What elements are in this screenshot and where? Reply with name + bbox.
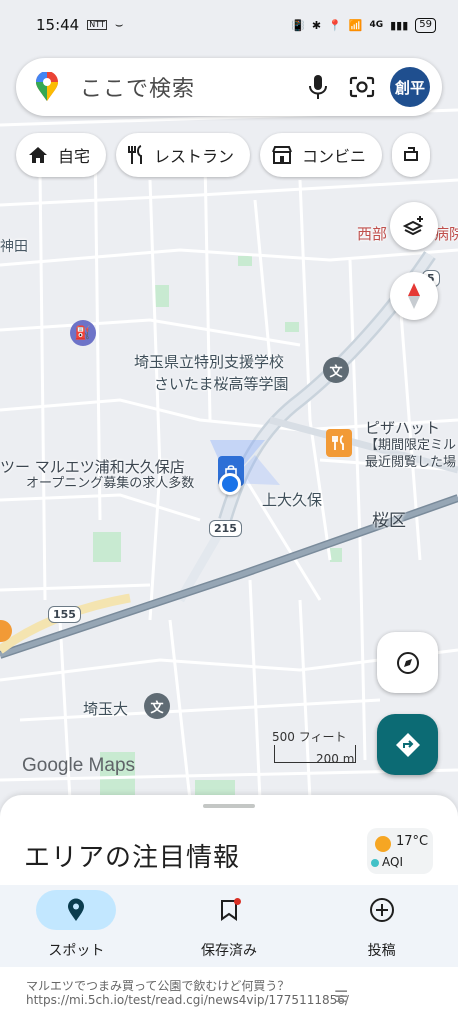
directions-button[interactable] xyxy=(377,714,438,775)
directions-icon xyxy=(395,732,420,757)
location-pin-icon xyxy=(68,898,85,921)
weather-temp: 17°C xyxy=(396,834,429,849)
hotel-icon xyxy=(404,147,419,161)
nav-explore-label: スポット xyxy=(48,943,105,959)
chip-convenience-label: コンビニ xyxy=(302,147,367,166)
fork-knife-icon xyxy=(128,145,143,164)
nav-saved[interactable]: 保存済み xyxy=(153,885,306,967)
menu-icon[interactable]: ☰ xyxy=(334,987,348,1006)
nav-explore[interactable]: スポット xyxy=(0,885,153,967)
compass-button[interactable] xyxy=(390,272,438,320)
layers-icon xyxy=(402,216,424,236)
route-shield-215: 215 xyxy=(209,520,242,537)
map-label-sakura-ku: 桜区 xyxy=(372,511,406,531)
school-icon[interactable]: 文 xyxy=(323,357,349,383)
map-label-pizza-sub2: 最近閲覧した場 xyxy=(365,455,457,470)
wifi-icon: 📶 xyxy=(348,18,363,32)
nav-contribute-label: 投稿 xyxy=(367,943,396,959)
microphone-icon[interactable] xyxy=(296,65,340,109)
scale-meters: 200 m xyxy=(316,752,355,766)
vibrate-icon: 📳 xyxy=(291,18,305,32)
nav-contribute[interactable]: 投稿 xyxy=(305,885,458,967)
search-bar[interactable]: ここで検索 創平 xyxy=(16,58,442,116)
map-label-kanda: 神田 xyxy=(0,239,28,255)
scale-feet: 500 フィート xyxy=(272,730,347,744)
chip-restaurant[interactable]: レストラン xyxy=(116,133,251,177)
chip-more[interactable] xyxy=(392,133,431,177)
lens-camera-icon[interactable] xyxy=(340,65,384,109)
notification-text: マルエツでつまみ買って公園で飲むけど何買う？ xyxy=(26,979,290,993)
sheet-title: エリアの注目情報 xyxy=(24,843,241,873)
battery-icon: 59 xyxy=(415,17,436,33)
notification-banner[interactable]: マルエツでつまみ買って公園で飲むけど何買う？ https://mi.5ch.io… xyxy=(0,967,458,1024)
bottom-navigation: スポット 保存済み 投稿 xyxy=(0,885,458,967)
google-maps-logo: Google Maps xyxy=(22,755,136,776)
search-input[interactable]: ここで検索 xyxy=(80,71,296,103)
avatar[interactable]: 創平 xyxy=(390,67,430,107)
map-label-maruetsu[interactable]: ツー マルエツ浦和大久保店 xyxy=(0,456,185,477)
notification-dot xyxy=(234,898,241,905)
clock: 15:44 xyxy=(36,16,80,34)
aqi-dot xyxy=(371,859,379,867)
road-network xyxy=(0,108,458,810)
category-chips: 自宅 レストラン コンビニ xyxy=(16,133,431,177)
carrier-icon: NTT xyxy=(87,20,107,30)
compass-icon xyxy=(408,283,420,309)
nav-saved-label: 保存済み xyxy=(201,943,257,959)
chip-home[interactable]: 自宅 xyxy=(16,133,107,177)
navigation-arrow-icon xyxy=(396,651,419,674)
my-location-dot xyxy=(219,473,241,495)
store-icon xyxy=(272,146,292,164)
map-canvas[interactable]: 神田 西部 病院 5 ⛽ 埼玉県立特別支援学校 さいたま桜高等学園 文 ピザハッ… xyxy=(0,0,458,830)
bluetooth-icon: ✱ xyxy=(311,18,322,32)
location-icon: 📍 xyxy=(328,18,342,32)
map-label-kamiokubo: 上大久保 xyxy=(262,491,323,509)
sheet-drag-handle[interactable] xyxy=(203,804,255,808)
map-label-seibu: 西部 xyxy=(357,225,388,243)
add-circle-icon xyxy=(369,898,394,922)
weather-aqi: AQI xyxy=(382,855,403,869)
weather-widget[interactable]: 17°C AQI xyxy=(367,828,433,874)
my-location-button[interactable] xyxy=(377,632,438,693)
route-shield-155: 155 xyxy=(48,606,81,623)
gas-station-icon[interactable]: ⛽ xyxy=(70,320,96,346)
chip-home-label: 自宅 xyxy=(58,147,91,166)
map-label-saitama-univ[interactable]: 埼玉大 xyxy=(83,698,128,719)
nav-saved-pill xyxy=(189,890,269,930)
map-label-school-line2[interactable]: さいたま桜高等学園 xyxy=(154,373,289,394)
map-label-maruetsu-sub: オープニング募集の求人多数 xyxy=(26,476,195,491)
network-type: 4G xyxy=(369,20,384,30)
explore-sheet[interactable]: エリアの注目情報 17°C AQI xyxy=(0,795,458,890)
map-label-school-line1[interactable]: 埼玉県立特別支援学校 xyxy=(134,351,284,372)
map-label-pizza[interactable]: ピザハット xyxy=(365,417,440,438)
status-bar: 15:44 NTT ⌣ 📳 ✱ 📍 📶 4G ▮▮▮ 59 xyxy=(0,0,458,50)
restaurant-icon[interactable] xyxy=(326,429,352,457)
map-label-pizza-sub1: 【期間限定ミル xyxy=(365,438,457,453)
signal-icon: ▮▮▮ xyxy=(390,18,409,32)
notification-url[interactable]: https://mi.5ch.io/test/read.cgi/news4vip… xyxy=(26,993,349,1007)
nav-explore-pill xyxy=(36,890,117,930)
layers-button[interactable] xyxy=(390,202,438,250)
home-icon xyxy=(29,147,47,163)
google-maps-pin-icon xyxy=(36,72,58,101)
nav-contribute-pill xyxy=(342,890,422,930)
university-icon[interactable]: 文 xyxy=(144,693,170,719)
chip-restaurant-label: レストラン xyxy=(154,147,235,166)
sun-icon xyxy=(375,836,391,852)
cast-icon: ⌣ xyxy=(114,17,124,33)
chip-convenience[interactable]: コンビニ xyxy=(260,133,383,177)
